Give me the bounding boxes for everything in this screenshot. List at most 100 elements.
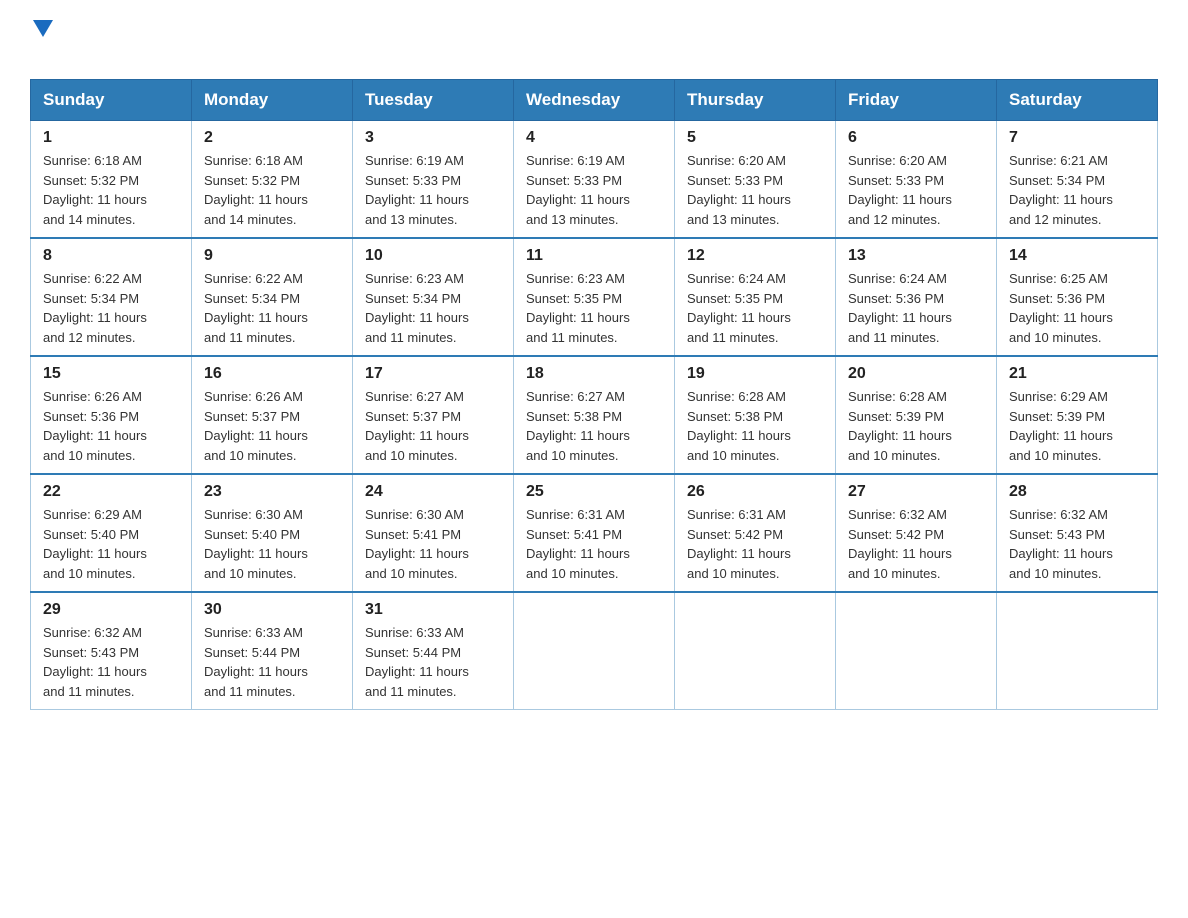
day-number: 2 xyxy=(204,129,340,147)
day-info: Sunrise: 6:32 AM Sunset: 5:43 PM Dayligh… xyxy=(1009,505,1145,583)
calendar-day-cell: 13 Sunrise: 6:24 AM Sunset: 5:36 PM Dayl… xyxy=(836,238,997,356)
calendar-day-cell: 7 Sunrise: 6:21 AM Sunset: 5:34 PM Dayli… xyxy=(997,121,1158,239)
day-info: Sunrise: 6:23 AM Sunset: 5:35 PM Dayligh… xyxy=(526,269,662,347)
calendar-day-cell: 16 Sunrise: 6:26 AM Sunset: 5:37 PM Dayl… xyxy=(192,356,353,474)
calendar-day-cell: 17 Sunrise: 6:27 AM Sunset: 5:37 PM Dayl… xyxy=(353,356,514,474)
calendar-week-row: 22 Sunrise: 6:29 AM Sunset: 5:40 PM Dayl… xyxy=(31,474,1158,592)
day-info: Sunrise: 6:32 AM Sunset: 5:42 PM Dayligh… xyxy=(848,505,984,583)
calendar-day-cell: 22 Sunrise: 6:29 AM Sunset: 5:40 PM Dayl… xyxy=(31,474,192,592)
calendar-week-row: 1 Sunrise: 6:18 AM Sunset: 5:32 PM Dayli… xyxy=(31,121,1158,239)
calendar-day-cell: 21 Sunrise: 6:29 AM Sunset: 5:39 PM Dayl… xyxy=(997,356,1158,474)
calendar-day-cell: 24 Sunrise: 6:30 AM Sunset: 5:41 PM Dayl… xyxy=(353,474,514,592)
calendar-day-cell xyxy=(675,592,836,710)
calendar-day-cell: 20 Sunrise: 6:28 AM Sunset: 5:39 PM Dayl… xyxy=(836,356,997,474)
day-number: 27 xyxy=(848,483,984,501)
day-info: Sunrise: 6:20 AM Sunset: 5:33 PM Dayligh… xyxy=(848,151,984,229)
calendar-day-cell: 31 Sunrise: 6:33 AM Sunset: 5:44 PM Dayl… xyxy=(353,592,514,710)
calendar-table: SundayMondayTuesdayWednesdayThursdayFrid… xyxy=(30,79,1158,710)
days-of-week-row: SundayMondayTuesdayWednesdayThursdayFrid… xyxy=(31,80,1158,121)
day-info: Sunrise: 6:29 AM Sunset: 5:40 PM Dayligh… xyxy=(43,505,179,583)
day-number: 11 xyxy=(526,247,662,265)
day-of-week-header: Monday xyxy=(192,80,353,121)
day-info: Sunrise: 6:28 AM Sunset: 5:38 PM Dayligh… xyxy=(687,387,823,465)
calendar-day-cell: 18 Sunrise: 6:27 AM Sunset: 5:38 PM Dayl… xyxy=(514,356,675,474)
day-of-week-header: Tuesday xyxy=(353,80,514,121)
day-number: 12 xyxy=(687,247,823,265)
day-info: Sunrise: 6:21 AM Sunset: 5:34 PM Dayligh… xyxy=(1009,151,1145,229)
calendar-day-cell: 11 Sunrise: 6:23 AM Sunset: 5:35 PM Dayl… xyxy=(514,238,675,356)
day-number: 19 xyxy=(687,365,823,383)
calendar-week-row: 8 Sunrise: 6:22 AM Sunset: 5:34 PM Dayli… xyxy=(31,238,1158,356)
calendar-day-cell: 15 Sunrise: 6:26 AM Sunset: 5:36 PM Dayl… xyxy=(31,356,192,474)
day-of-week-header: Wednesday xyxy=(514,80,675,121)
day-info: Sunrise: 6:18 AM Sunset: 5:32 PM Dayligh… xyxy=(43,151,179,229)
day-number: 1 xyxy=(43,129,179,147)
day-number: 20 xyxy=(848,365,984,383)
calendar-day-cell: 29 Sunrise: 6:32 AM Sunset: 5:43 PM Dayl… xyxy=(31,592,192,710)
day-number: 16 xyxy=(204,365,340,383)
day-info: Sunrise: 6:31 AM Sunset: 5:41 PM Dayligh… xyxy=(526,505,662,583)
day-number: 29 xyxy=(43,601,179,619)
day-number: 31 xyxy=(365,601,501,619)
calendar-day-cell: 9 Sunrise: 6:22 AM Sunset: 5:34 PM Dayli… xyxy=(192,238,353,356)
day-of-week-header: Friday xyxy=(836,80,997,121)
calendar-day-cell xyxy=(514,592,675,710)
day-number: 23 xyxy=(204,483,340,501)
day-of-week-header: Saturday xyxy=(997,80,1158,121)
day-info: Sunrise: 6:18 AM Sunset: 5:32 PM Dayligh… xyxy=(204,151,340,229)
calendar-day-cell: 5 Sunrise: 6:20 AM Sunset: 5:33 PM Dayli… xyxy=(675,121,836,239)
calendar-day-cell: 26 Sunrise: 6:31 AM Sunset: 5:42 PM Dayl… xyxy=(675,474,836,592)
day-number: 9 xyxy=(204,247,340,265)
page-header xyxy=(30,20,1158,69)
calendar-day-cell: 30 Sunrise: 6:33 AM Sunset: 5:44 PM Dayl… xyxy=(192,592,353,710)
calendar-week-row: 15 Sunrise: 6:26 AM Sunset: 5:36 PM Dayl… xyxy=(31,356,1158,474)
day-number: 7 xyxy=(1009,129,1145,147)
calendar-day-cell: 25 Sunrise: 6:31 AM Sunset: 5:41 PM Dayl… xyxy=(514,474,675,592)
day-info: Sunrise: 6:30 AM Sunset: 5:40 PM Dayligh… xyxy=(204,505,340,583)
day-number: 25 xyxy=(526,483,662,501)
calendar-day-cell: 14 Sunrise: 6:25 AM Sunset: 5:36 PM Dayl… xyxy=(997,238,1158,356)
calendar-day-cell: 27 Sunrise: 6:32 AM Sunset: 5:42 PM Dayl… xyxy=(836,474,997,592)
calendar-week-row: 29 Sunrise: 6:32 AM Sunset: 5:43 PM Dayl… xyxy=(31,592,1158,710)
calendar-day-cell: 3 Sunrise: 6:19 AM Sunset: 5:33 PM Dayli… xyxy=(353,121,514,239)
day-number: 8 xyxy=(43,247,179,265)
calendar-day-cell xyxy=(836,592,997,710)
calendar-day-cell: 10 Sunrise: 6:23 AM Sunset: 5:34 PM Dayl… xyxy=(353,238,514,356)
calendar-header: SundayMondayTuesdayWednesdayThursdayFrid… xyxy=(31,80,1158,121)
day-info: Sunrise: 6:22 AM Sunset: 5:34 PM Dayligh… xyxy=(204,269,340,347)
day-number: 10 xyxy=(365,247,501,265)
day-number: 3 xyxy=(365,129,501,147)
calendar-day-cell: 19 Sunrise: 6:28 AM Sunset: 5:38 PM Dayl… xyxy=(675,356,836,474)
day-number: 22 xyxy=(43,483,179,501)
day-info: Sunrise: 6:27 AM Sunset: 5:37 PM Dayligh… xyxy=(365,387,501,465)
day-number: 18 xyxy=(526,365,662,383)
day-info: Sunrise: 6:22 AM Sunset: 5:34 PM Dayligh… xyxy=(43,269,179,347)
day-number: 5 xyxy=(687,129,823,147)
day-info: Sunrise: 6:20 AM Sunset: 5:33 PM Dayligh… xyxy=(687,151,823,229)
day-number: 30 xyxy=(204,601,340,619)
day-number: 21 xyxy=(1009,365,1145,383)
day-number: 6 xyxy=(848,129,984,147)
calendar-day-cell: 28 Sunrise: 6:32 AM Sunset: 5:43 PM Dayl… xyxy=(997,474,1158,592)
day-number: 26 xyxy=(687,483,823,501)
day-info: Sunrise: 6:19 AM Sunset: 5:33 PM Dayligh… xyxy=(365,151,501,229)
day-info: Sunrise: 6:27 AM Sunset: 5:38 PM Dayligh… xyxy=(526,387,662,465)
day-info: Sunrise: 6:28 AM Sunset: 5:39 PM Dayligh… xyxy=(848,387,984,465)
calendar-day-cell: 12 Sunrise: 6:24 AM Sunset: 5:35 PM Dayl… xyxy=(675,238,836,356)
day-info: Sunrise: 6:33 AM Sunset: 5:44 PM Dayligh… xyxy=(365,623,501,701)
day-info: Sunrise: 6:31 AM Sunset: 5:42 PM Dayligh… xyxy=(687,505,823,583)
calendar-day-cell: 23 Sunrise: 6:30 AM Sunset: 5:40 PM Dayl… xyxy=(192,474,353,592)
calendar-day-cell: 6 Sunrise: 6:20 AM Sunset: 5:33 PM Dayli… xyxy=(836,121,997,239)
logo-triangle-icon xyxy=(33,20,53,37)
day-number: 15 xyxy=(43,365,179,383)
calendar-day-cell: 1 Sunrise: 6:18 AM Sunset: 5:32 PM Dayli… xyxy=(31,121,192,239)
calendar-day-cell: 2 Sunrise: 6:18 AM Sunset: 5:32 PM Dayli… xyxy=(192,121,353,239)
day-info: Sunrise: 6:23 AM Sunset: 5:34 PM Dayligh… xyxy=(365,269,501,347)
calendar-day-cell: 8 Sunrise: 6:22 AM Sunset: 5:34 PM Dayli… xyxy=(31,238,192,356)
day-number: 14 xyxy=(1009,247,1145,265)
day-info: Sunrise: 6:30 AM Sunset: 5:41 PM Dayligh… xyxy=(365,505,501,583)
day-info: Sunrise: 6:25 AM Sunset: 5:36 PM Dayligh… xyxy=(1009,269,1145,347)
day-info: Sunrise: 6:32 AM Sunset: 5:43 PM Dayligh… xyxy=(43,623,179,701)
day-number: 17 xyxy=(365,365,501,383)
day-number: 13 xyxy=(848,247,984,265)
